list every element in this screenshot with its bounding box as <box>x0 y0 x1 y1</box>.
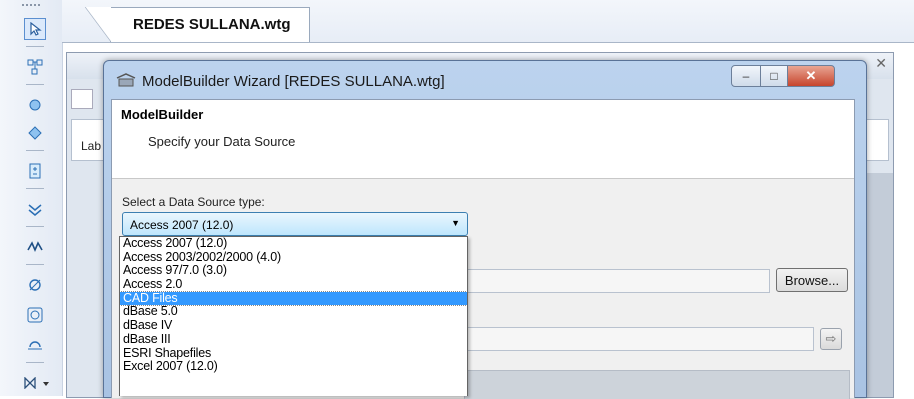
dropdown-option[interactable]: Excel 2007 (12.0) <box>120 359 467 374</box>
dropdown-option-highlighted[interactable]: CAD Files <box>120 290 467 307</box>
toolbar-separator <box>26 84 44 85</box>
toolbar-separator <box>26 150 44 151</box>
toolbar-separator <box>26 362 44 363</box>
data-source-type-value: Access 2007 (12.0) <box>130 218 234 232</box>
pointer-icon[interactable] <box>24 18 46 40</box>
zigzag-pipe-icon[interactable] <box>24 236 46 258</box>
background-close-icon[interactable]: ✕ <box>875 55 887 72</box>
left-toolbar <box>0 0 63 396</box>
dropdown-option[interactable]: dBase III <box>120 332 467 347</box>
data-source-type-select[interactable]: Access 2007 (12.0) ▼ <box>122 212 468 236</box>
data-source-path-field[interactable] <box>464 269 770 293</box>
wizard-title: ModelBuilder Wizard [REDES SULLANA.wtg] <box>142 73 445 90</box>
tank-icon[interactable] <box>24 160 46 182</box>
background-document-icon[interactable] <box>71 89 93 109</box>
close-button[interactable]: ✕ <box>787 65 835 87</box>
preview-area <box>464 370 850 399</box>
data-source-type-label: Select a Data Source type: <box>122 195 265 209</box>
maximize-button[interactable]: □ <box>760 65 788 87</box>
document-tab[interactable]: REDES SULLANA.wtg <box>85 7 310 42</box>
valve-icon[interactable] <box>24 198 46 220</box>
rotate-icon[interactable] <box>24 334 46 356</box>
circle-node-icon[interactable] <box>24 94 46 116</box>
wizard-header-title: ModelBuilder <box>121 107 204 122</box>
bowtie-icon[interactable] <box>20 372 54 394</box>
toolbar-separator <box>26 188 44 189</box>
toolbar-separator <box>26 264 44 265</box>
dropdown-option[interactable]: Access 97/7.0 (3.0) <box>120 264 467 278</box>
dropdown-option[interactable]: ESRI Shapefiles <box>120 346 467 361</box>
connection-field[interactable] <box>464 327 814 351</box>
chevron-down-icon: ▼ <box>451 218 460 228</box>
minimize-button[interactable]: – <box>731 65 761 87</box>
node-tree-icon[interactable] <box>24 56 46 78</box>
document-tab-strip: REDES SULLANA.wtg <box>62 0 914 43</box>
dropdown-option[interactable]: Access 2007 (12.0) <box>120 237 467 251</box>
background-label: Lab <box>81 139 102 153</box>
wizard-app-icon <box>116 72 136 87</box>
dropdown-option[interactable]: Access 2003/2002/2000 (4.0) <box>120 250 467 265</box>
dropdown-option[interactable]: dBase IV <box>120 318 467 333</box>
go-arrow-button[interactable]: ⇨ <box>820 328 842 350</box>
camera-icon[interactable] <box>24 304 46 326</box>
diamond-node-icon[interactable] <box>24 122 46 144</box>
dropdown-option[interactable]: dBase 5.0 <box>120 305 467 319</box>
toolbar-grip[interactable] <box>22 4 40 9</box>
wizard-header: ModelBuilder Specify your Data Source <box>112 100 854 179</box>
dropdown-option[interactable]: Access 2.0 <box>120 277 467 292</box>
wizard-header-subtitle: Specify your Data Source <box>148 134 296 149</box>
toolbar-separator <box>26 226 44 227</box>
browse-button[interactable]: Browse... <box>776 268 848 292</box>
toolbar-separator <box>26 46 44 47</box>
pump-icon[interactable] <box>24 274 46 296</box>
data-source-type-dropdown-list: Access 2007 (12.0) Access 2003/2002/2000… <box>119 236 468 396</box>
